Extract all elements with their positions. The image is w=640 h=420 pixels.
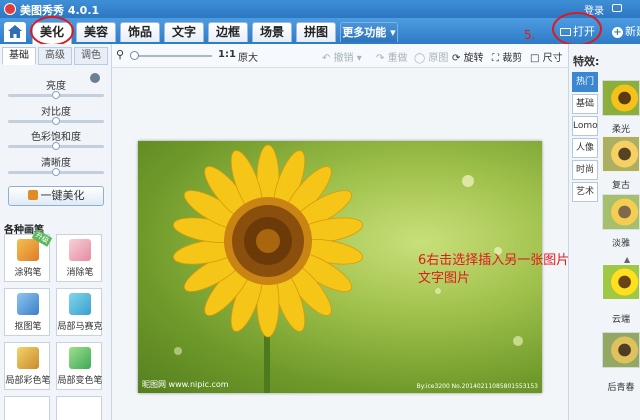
tab-frame[interactable]: 边框 bbox=[208, 22, 248, 42]
effect-label: 柔光 bbox=[611, 125, 630, 135]
eraser-icon bbox=[69, 239, 91, 261]
category-art[interactable]: 艺术 bbox=[572, 182, 598, 202]
effect-label: 复古 bbox=[611, 181, 630, 191]
sharpness-label: 清晰度 bbox=[41, 158, 71, 169]
slider-knob[interactable] bbox=[52, 142, 60, 150]
effect-thumb-youth[interactable] bbox=[602, 332, 640, 368]
slider-knob[interactable] bbox=[52, 91, 60, 99]
contrast-label: 对比度 bbox=[41, 107, 71, 118]
tool-label: 涂鸦笔 bbox=[14, 268, 42, 278]
tool-local-color-pen[interactable]: 局部彩色笔 bbox=[4, 342, 51, 390]
subtab-color[interactable]: 调色 bbox=[74, 47, 108, 65]
slider-knob[interactable] bbox=[52, 168, 60, 176]
plus-icon: + bbox=[612, 27, 623, 38]
size-label: 尺寸 bbox=[542, 53, 563, 64]
watermark-left: 昵图网 www.nipic.com bbox=[142, 380, 229, 389]
red-highlight-circle-open bbox=[552, 12, 602, 46]
effects-title: 特效: bbox=[573, 55, 600, 68]
tool-label: 抠图笔 bbox=[14, 322, 42, 332]
tab-decoration[interactable]: 饰品 bbox=[120, 22, 160, 42]
effects-scroll-up-icon[interactable]: ▲ bbox=[624, 255, 634, 265]
tool-label: 局部马赛克 bbox=[57, 322, 103, 332]
mosaic-icon bbox=[69, 293, 91, 315]
new-button[interactable]: +新建 bbox=[612, 22, 640, 42]
tool-eraser-pen[interactable]: 消除笔 bbox=[56, 234, 102, 282]
zoom-search-icon[interactable]: ⚲ bbox=[116, 48, 124, 61]
redo-label: 重做 bbox=[387, 53, 408, 64]
tab-more-features[interactable]: 更多功能 ▾ bbox=[340, 22, 398, 42]
brightness-slider[interactable] bbox=[8, 91, 104, 99]
effects-panel: 特效: 热门 基础 Lomo 人像 时尚 艺术 柔光 复古 淡雅 云端 后青春 bbox=[568, 44, 640, 420]
effect-thumb-elegant[interactable] bbox=[602, 194, 640, 230]
effect-label: 云端 bbox=[611, 315, 630, 325]
crop-button[interactable]: ⛶ 裁剪 bbox=[492, 49, 522, 64]
recolor-bucket-icon bbox=[69, 347, 91, 369]
saturation-slider[interactable] bbox=[8, 142, 104, 150]
tool-more-1[interactable] bbox=[4, 396, 50, 420]
home-icon bbox=[8, 25, 22, 38]
left-adjust-panel: 基础 高级 调色 亮度 对比度 色彩饱和度 清晰度 一键美化 各种画笔 升级 涂… bbox=[0, 44, 112, 420]
brightness-label: 亮度 bbox=[46, 81, 66, 92]
cutout-pen-icon bbox=[17, 293, 39, 315]
step-five-annotation: 5. bbox=[524, 28, 536, 42]
new-label: 新建 bbox=[625, 25, 640, 38]
pencil-icon bbox=[17, 239, 39, 261]
app-title: 美图秀秀 4.0.1 bbox=[20, 4, 100, 17]
subtab-advanced[interactable]: 高级 bbox=[38, 47, 72, 65]
chat-bubble-icon[interactable] bbox=[612, 4, 622, 12]
tab-face[interactable]: 美容 bbox=[76, 22, 116, 42]
tool-label: 消除笔 bbox=[66, 268, 94, 278]
tab-scene[interactable]: 场景 bbox=[252, 22, 292, 42]
slider-knob[interactable] bbox=[52, 117, 60, 125]
crop-label: 裁剪 bbox=[502, 53, 523, 64]
image-toolbar: ⚲ 1:1 原大 ↶ 撤销 ▾ ↷ 重做 ◯ 原图 ⟳ 旋转 ⛶ 裁剪 □ 尺寸 bbox=[112, 44, 568, 68]
tool-cutout-pen[interactable]: 抠图笔 bbox=[4, 288, 50, 336]
app-logo-icon bbox=[4, 3, 16, 15]
subtab-basic[interactable]: 基础 bbox=[2, 47, 36, 65]
zoom-slider[interactable] bbox=[132, 55, 212, 57]
origin-image-button[interactable]: ◯ 原图 bbox=[414, 49, 448, 64]
actual-size-button[interactable]: 1:1 bbox=[218, 49, 236, 60]
rotate-button[interactable]: ⟳ 旋转 bbox=[452, 49, 484, 64]
category-hot[interactable]: 热门 bbox=[572, 72, 598, 92]
origin-image-label: 原图 bbox=[428, 53, 449, 64]
saturation-label: 色彩饱和度 bbox=[31, 132, 81, 143]
undo-label: 撤销 bbox=[333, 53, 354, 64]
title-bar: 美图秀秀 4.0.1 登录 bbox=[0, 0, 640, 18]
tool-more-2[interactable] bbox=[56, 396, 102, 420]
tab-text[interactable]: 文字 bbox=[164, 22, 204, 42]
main-menu-bar: 美化 美容 饰品 文字 边框 场景 拼图 更多功能 ▾ 打开 +新建 bbox=[0, 18, 640, 44]
color-brush-icon bbox=[17, 347, 39, 369]
home-button[interactable] bbox=[4, 22, 26, 42]
effect-label: 后青春 bbox=[607, 383, 635, 393]
tool-local-recolor-pen[interactable]: 局部变色笔 bbox=[56, 342, 103, 390]
effect-thumb-soft-light[interactable] bbox=[602, 80, 640, 116]
original-size-label[interactable]: 原大 bbox=[238, 49, 258, 64]
sharpness-slider[interactable] bbox=[8, 168, 104, 176]
image-canvas[interactable]: 昵图网 www.nipic.com By:ice3200 No.20140211… bbox=[112, 68, 640, 420]
watermark-right: By:ice3200 No.20140211085801553153 bbox=[416, 383, 538, 390]
tool-local-mosaic[interactable]: 局部马赛克 bbox=[56, 288, 103, 336]
category-basic[interactable]: 基础 bbox=[572, 94, 598, 114]
tab-collage[interactable]: 拼图 bbox=[296, 22, 336, 42]
tool-doodle-pen[interactable]: 升级 涂鸦笔 bbox=[4, 229, 53, 282]
category-fashion[interactable]: 时尚 bbox=[572, 160, 598, 180]
size-button[interactable]: □ 尺寸 bbox=[530, 49, 563, 64]
one-key-beautify-button[interactable]: 一键美化 bbox=[8, 186, 104, 206]
contrast-slider[interactable] bbox=[8, 117, 104, 125]
category-lomo[interactable]: Lomo bbox=[572, 116, 598, 136]
effect-thumb-retro[interactable] bbox=[602, 136, 640, 172]
effect-thumb-cloud[interactable] bbox=[602, 264, 640, 300]
rotate-label: 旋转 bbox=[463, 53, 484, 64]
redo-button[interactable]: ↷ 重做 bbox=[376, 49, 408, 64]
effect-label: 淡雅 bbox=[611, 239, 630, 249]
category-portrait[interactable]: 人像 bbox=[572, 138, 598, 158]
red-highlight-circle-beautify bbox=[30, 16, 74, 46]
tool-label: 局部变色笔 bbox=[57, 376, 103, 386]
one-key-label: 一键美化 bbox=[40, 189, 85, 202]
undo-button[interactable]: ↶ 撤销 ▾ bbox=[322, 49, 362, 64]
zoom-slider-knob[interactable] bbox=[130, 51, 139, 60]
tool-label: 局部彩色笔 bbox=[5, 376, 51, 386]
magic-wand-icon bbox=[27, 190, 38, 200]
